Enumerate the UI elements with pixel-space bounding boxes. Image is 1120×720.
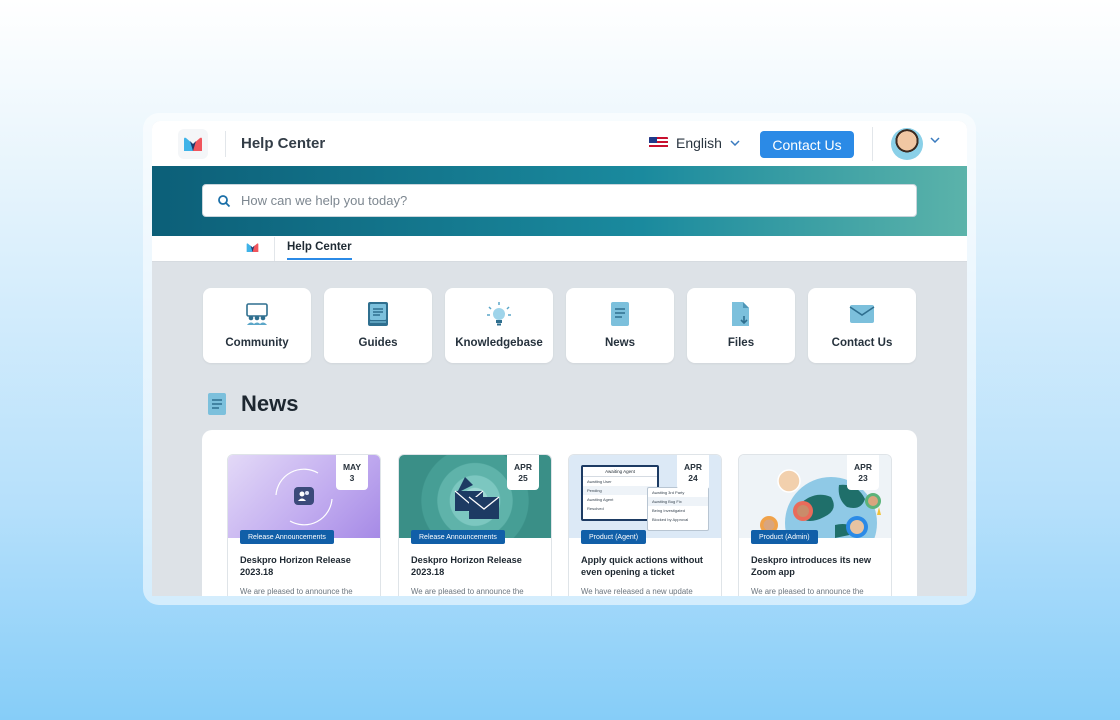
date-day: 3 bbox=[349, 473, 355, 483]
menu-item: Awaiting User bbox=[587, 479, 612, 484]
date-month: MAY bbox=[342, 462, 362, 472]
site-title: Help Center bbox=[241, 135, 326, 152]
article-date-badge: APR 25 bbox=[507, 455, 539, 490]
article-title[interactable]: Deskpro Horizon Release 2023.18 bbox=[240, 554, 372, 578]
article-tag[interactable]: Release Announcements bbox=[240, 530, 334, 544]
news-article-card[interactable]: APR 23 Product (Admin) Deskpro introduce… bbox=[738, 454, 892, 596]
article-date-badge: APR 23 bbox=[847, 455, 879, 490]
category-guides[interactable]: Guides bbox=[324, 288, 432, 363]
deskpro-mini-logo-icon[interactable] bbox=[246, 242, 259, 253]
category-files[interactable]: Files bbox=[687, 288, 795, 363]
category-contact-us[interactable]: Contact Us bbox=[808, 288, 916, 363]
article-tag[interactable]: Product (Admin) bbox=[751, 530, 818, 544]
chevron-down-icon bbox=[730, 140, 740, 146]
category-label: Guides bbox=[358, 337, 398, 349]
date-day: 23 bbox=[858, 473, 868, 483]
article-thumbnail: APR 25 bbox=[399, 455, 551, 538]
deskpro-logo-icon bbox=[184, 137, 202, 151]
help-center-window: Help Center English Contact Us How can w… bbox=[152, 121, 967, 596]
news-article-card[interactable]: Awaiting Agent Awaiting User Pending Awa… bbox=[568, 454, 722, 596]
submenu-item: Being Investigated bbox=[652, 508, 685, 513]
news-panel: MAY 3 Release Announcements Deskpro Hori… bbox=[202, 430, 917, 596]
article-thumbnail: APR 23 bbox=[739, 455, 891, 538]
article-thumbnail: Awaiting Agent Awaiting User Pending Awa… bbox=[569, 455, 721, 538]
community-icon bbox=[246, 303, 268, 325]
date-day: 24 bbox=[688, 473, 698, 483]
article-excerpt: We have released a new update bbox=[581, 587, 693, 596]
menu-item: Awaiting Agent bbox=[587, 497, 614, 502]
search-bar[interactable] bbox=[202, 184, 917, 217]
category-label: Files bbox=[727, 337, 755, 349]
hero-banner bbox=[152, 166, 967, 236]
article-date-badge: MAY 3 bbox=[336, 455, 368, 490]
top-header: Help Center English Contact Us bbox=[152, 121, 967, 166]
article-tag[interactable]: Release Announcements bbox=[411, 530, 505, 544]
header-divider-2 bbox=[872, 127, 873, 161]
article-title[interactable]: Apply quick actions without even opening… bbox=[581, 554, 713, 578]
search-icon bbox=[218, 194, 231, 207]
contact-us-button[interactable]: Contact Us bbox=[760, 131, 854, 158]
lightbulb-icon bbox=[487, 302, 511, 326]
menu-item: Resolved bbox=[587, 506, 604, 511]
envelope-icon bbox=[849, 305, 875, 323]
breadcrumb-divider bbox=[274, 237, 275, 261]
date-month: APR bbox=[514, 462, 532, 472]
article-excerpt: We are pleased to announce the bbox=[411, 587, 524, 596]
news-document-icon bbox=[611, 302, 629, 326]
news-article-card[interactable]: APR 25 Release Announcements Deskpro Hor… bbox=[398, 454, 552, 596]
article-title[interactable]: Deskpro Horizon Release 2023.18 bbox=[411, 554, 543, 578]
category-knowledgebase[interactable]: Knowledgebase bbox=[445, 288, 553, 363]
breadcrumb: Help Center bbox=[152, 236, 967, 262]
us-flag-icon bbox=[649, 137, 668, 149]
news-title: News bbox=[241, 391, 299, 416]
article-title[interactable]: Deskpro introduces its new Zoom app bbox=[751, 554, 883, 578]
submenu-item: Awaiting Bug Fix bbox=[648, 497, 708, 506]
file-download-icon bbox=[732, 302, 749, 326]
menu-header: Awaiting Agent bbox=[583, 467, 657, 477]
date-month: APR bbox=[854, 462, 872, 472]
account-chevron-down-icon[interactable] bbox=[930, 137, 940, 143]
article-excerpt: We are pleased to announce the bbox=[240, 587, 353, 596]
date-day: 25 bbox=[518, 473, 528, 483]
brand-logo[interactable] bbox=[178, 129, 208, 159]
language-selector[interactable]: English bbox=[649, 135, 740, 151]
article-date-badge: APR 24 bbox=[677, 455, 709, 490]
category-label: News bbox=[604, 337, 636, 349]
header-divider bbox=[225, 131, 226, 157]
news-article-card[interactable]: MAY 3 Release Announcements Deskpro Hori… bbox=[227, 454, 381, 596]
search-input[interactable] bbox=[241, 193, 891, 208]
language-label: English bbox=[676, 135, 722, 151]
breadcrumb-help-center[interactable]: Help Center bbox=[287, 241, 352, 260]
guide-book-icon bbox=[368, 302, 388, 326]
category-label: Knowledgebase bbox=[455, 337, 543, 349]
news-section-heading: News bbox=[207, 391, 298, 417]
category-label: Contact Us bbox=[831, 337, 893, 349]
submenu-item: Blocked by Approval bbox=[652, 517, 689, 522]
article-thumbnail: MAY 3 bbox=[228, 455, 380, 538]
article-tag[interactable]: Product (Agent) bbox=[581, 530, 647, 544]
avatar[interactable] bbox=[891, 128, 923, 160]
category-label: Community bbox=[225, 337, 289, 349]
status-submenu-mock: Awaiting 3rd Party Awaiting Bug Fix Bein… bbox=[647, 487, 709, 531]
category-grid: Community Guides Knowledgebase News File… bbox=[203, 288, 917, 364]
news-heading-icon bbox=[208, 393, 226, 415]
category-community[interactable]: Community bbox=[203, 288, 311, 363]
menu-item: Pending bbox=[583, 486, 657, 495]
category-news[interactable]: News bbox=[566, 288, 674, 363]
article-excerpt: We are pleased to announce the bbox=[751, 587, 864, 596]
date-month: APR bbox=[684, 462, 702, 472]
